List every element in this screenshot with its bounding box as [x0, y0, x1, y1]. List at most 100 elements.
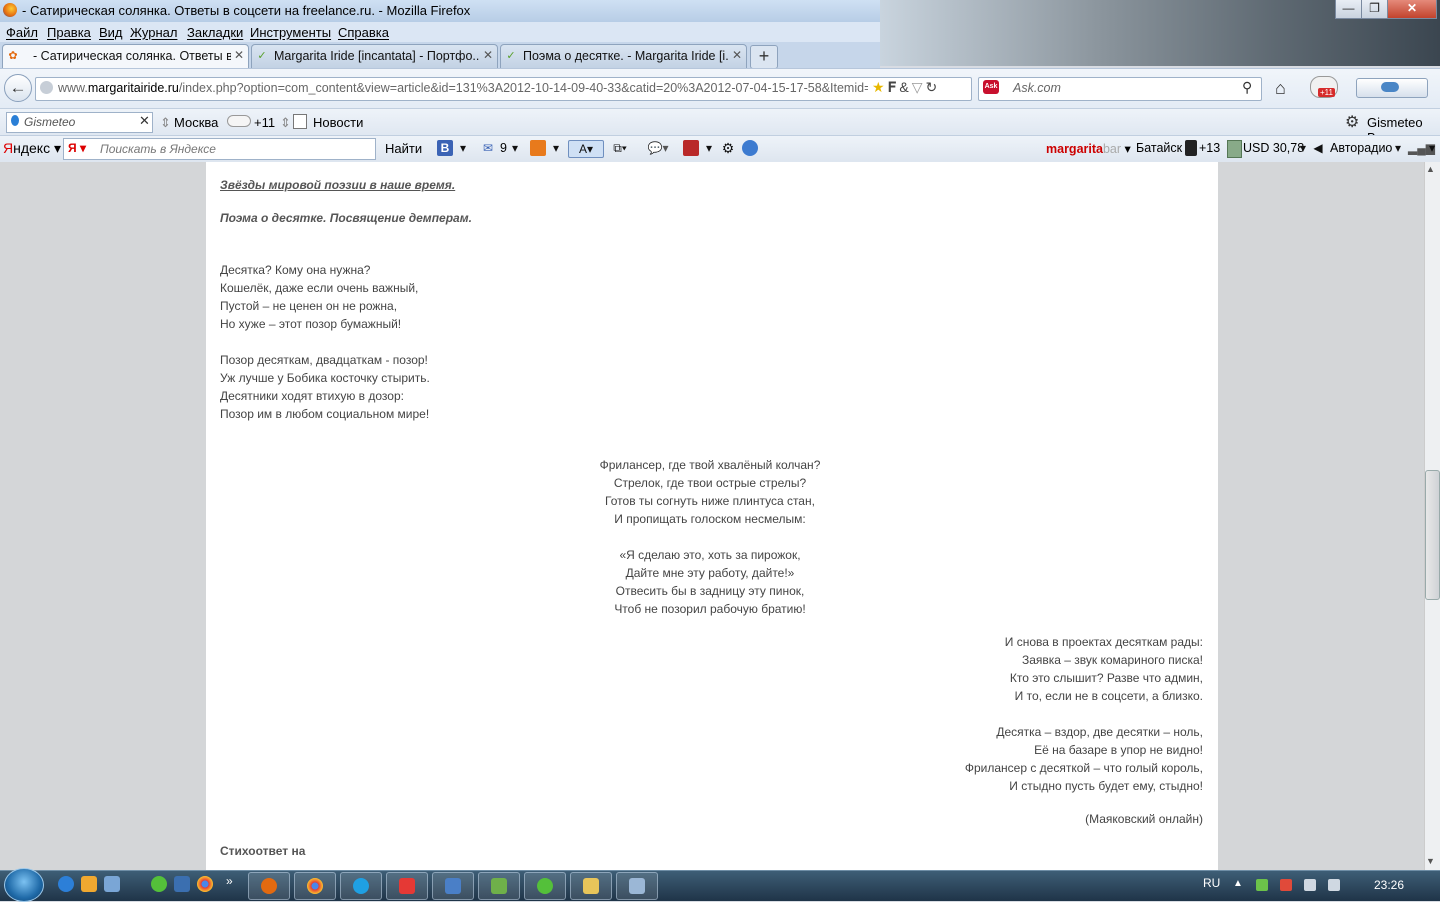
yandex-logo[interactable]: Яндекс ▾: [3, 140, 61, 157]
gismeteo-city[interactable]: Москва: [174, 115, 218, 130]
menu-edit[interactable]: Правка: [47, 25, 91, 40]
yandex-user[interactable]: margaritabar ▾: [1046, 141, 1131, 156]
gismeteo-news[interactable]: Новости: [313, 115, 363, 130]
gismeteo-input-text[interactable]: Gismeteo: [24, 115, 75, 129]
yandex-temp[interactable]: +13: [1199, 141, 1220, 155]
scroll-down-arrow-icon[interactable]: ▼: [1426, 856, 1435, 866]
yandex-currency[interactable]: USD 30,78: [1243, 141, 1304, 155]
more-icon[interactable]: »: [226, 874, 233, 888]
article-heading-link[interactable]: Звёзды мировой поэзии в наше время.: [220, 178, 455, 192]
taskbar-explorer[interactable]: [570, 872, 612, 900]
chevron-down-icon[interactable]: ▾: [1298, 140, 1308, 156]
taskbar-photos[interactable]: [478, 872, 520, 900]
scroll-up-arrow-icon[interactable]: ▲: [1426, 164, 1435, 174]
menu-file[interactable]: Файл: [6, 25, 38, 40]
taskbar-mail[interactable]: [432, 872, 474, 900]
tray-network-icon[interactable]: [1304, 879, 1316, 891]
section-heading: Стихоответ на: [220, 844, 306, 858]
ask-engine-icon[interactable]: Ask: [983, 80, 999, 94]
menu-view[interactable]: Вид: [99, 25, 123, 40]
speech-bubble-icon[interactable]: 💬▾: [643, 140, 673, 156]
poem-line: Дайте мне эту работу, дайте!»: [625, 566, 795, 580]
chevron-down-icon[interactable]: ▾: [551, 140, 561, 156]
search-icon[interactable]: ⚲: [1242, 79, 1252, 96]
back-button[interactable]: ←: [4, 74, 32, 102]
taskbar-app[interactable]: [616, 872, 658, 900]
tray-security-icon[interactable]: [1280, 879, 1292, 891]
chrome-icon[interactable]: [197, 876, 213, 892]
home-icon[interactable]: ⌂: [1275, 78, 1286, 99]
speaker-icon[interactable]: ◀: [1312, 140, 1324, 156]
tab-satirical[interactable]: ✿ - Сатирическая солянка. Ответы в с... …: [2, 44, 249, 68]
tray-volume-icon[interactable]: [1328, 879, 1340, 891]
mail-count[interactable]: 9: [500, 141, 507, 155]
chevron-down-icon[interactable]: ▾: [1427, 140, 1437, 156]
taskbar-firefox[interactable]: [248, 872, 290, 900]
yandex-find-button[interactable]: Найти: [385, 141, 422, 156]
poem-line: Чтоб не позорил рабочую братию!: [614, 602, 806, 616]
signal-bars-icon[interactable]: ▂▄▆: [1408, 140, 1435, 156]
close-tab-icon[interactable]: ✕: [732, 48, 742, 62]
poem-line: Пустой – не ценен он не рожна,: [220, 299, 398, 313]
chevron-down-icon[interactable]: ▾: [458, 140, 468, 156]
yandex-browser-icon[interactable]: [742, 140, 758, 156]
settings-gear-icon[interactable]: ⚙: [720, 140, 736, 156]
desktop-icon[interactable]: [104, 876, 120, 892]
close-window-button[interactable]: ✕: [1387, 0, 1437, 19]
new-tab-button[interactable]: +: [750, 45, 778, 69]
tab-portfolio[interactable]: ✓ Margarita Iride [incantata] - Портфо..…: [251, 44, 498, 68]
dropdown-arrow-icon: ▽: [911, 79, 926, 95]
clipboard-icon[interactable]: ⧉▾: [607, 140, 633, 156]
taskbar-yandex[interactable]: [386, 872, 428, 900]
search-placeholder[interactable]: Ask.com: [1013, 81, 1061, 95]
menu-help[interactable]: Справка: [338, 25, 389, 40]
yandex-radio[interactable]: Авторадио: [1330, 141, 1392, 155]
chevron-down-icon[interactable]: ▾: [510, 140, 520, 156]
close-tab-icon[interactable]: ✕: [234, 48, 244, 62]
addon-icon: [1381, 82, 1399, 92]
vk-icon[interactable]: В: [437, 140, 453, 156]
gear-icon[interactable]: ⚙: [1345, 112, 1359, 132]
poem-line: Кто это слышит? Разве что админ,: [1009, 671, 1203, 685]
menu-history[interactable]: Журнал: [130, 25, 177, 40]
url-text[interactable]: www.margaritairide.ru/index.php?option=c…: [58, 81, 868, 95]
addon-button[interactable]: [1356, 78, 1428, 98]
clock[interactable]: 23:26: [1374, 878, 1404, 892]
yandex-search-placeholder[interactable]: Поискать в Яндексе: [100, 142, 216, 156]
language-indicator[interactable]: RU: [1203, 876, 1220, 890]
media-player-icon[interactable]: [81, 876, 97, 892]
tab-label: Margarita Iride [incantata] - Портфо...: [274, 49, 479, 63]
taskbar-icq[interactable]: [524, 872, 566, 900]
translate-icon[interactable]: A▾: [568, 140, 604, 158]
minimize-button[interactable]: —: [1335, 0, 1362, 19]
chevron-down-icon[interactable]: ▾: [704, 140, 714, 156]
mail-icon[interactable]: ✉: [480, 140, 496, 156]
ampersand-icon: &: [899, 79, 912, 95]
start-button[interactable]: [4, 868, 44, 902]
tray-app-icon[interactable]: [1256, 879, 1268, 891]
computer-icon[interactable]: [174, 876, 190, 892]
taskbar-chrome[interactable]: [294, 872, 336, 900]
weather-cloud-icon: [227, 115, 251, 127]
bookmarks-app-icon[interactable]: [530, 140, 546, 156]
site-identity-icon[interactable]: [40, 81, 53, 94]
taskbar-skype[interactable]: [340, 872, 382, 900]
clear-icon[interactable]: ✕: [139, 113, 150, 129]
tray-expand-icon[interactable]: ▲: [1233, 878, 1243, 889]
poem-line: Десятка? Кому она нужна?: [220, 263, 371, 277]
yandex-city[interactable]: Батайск: [1136, 141, 1182, 155]
maximize-button[interactable]: ❐: [1361, 0, 1388, 19]
gismeteo-temp[interactable]: +11: [254, 115, 275, 130]
icq-icon[interactable]: [151, 876, 167, 892]
menu-tools[interactable]: Инструменты: [250, 25, 331, 40]
menu-bookmarks[interactable]: Закладки: [187, 25, 243, 40]
close-tab-icon[interactable]: ✕: [483, 48, 493, 62]
tab-poem[interactable]: ✓ Поэма о десятке. - Margarita Iride [i.…: [500, 44, 747, 68]
ie-icon[interactable]: [58, 876, 74, 892]
url-action-icons[interactable]: ★𝐅&▽↻: [872, 79, 940, 96]
book-icon[interactable]: [683, 140, 699, 156]
chevron-down-icon[interactable]: ▾: [1393, 140, 1403, 156]
separator-arrow-icon: ⇕: [280, 115, 291, 130]
scrollbar-thumb[interactable]: [1425, 470, 1440, 600]
tab-label: - Сатирическая солянка. Ответы в с...: [33, 49, 231, 63]
